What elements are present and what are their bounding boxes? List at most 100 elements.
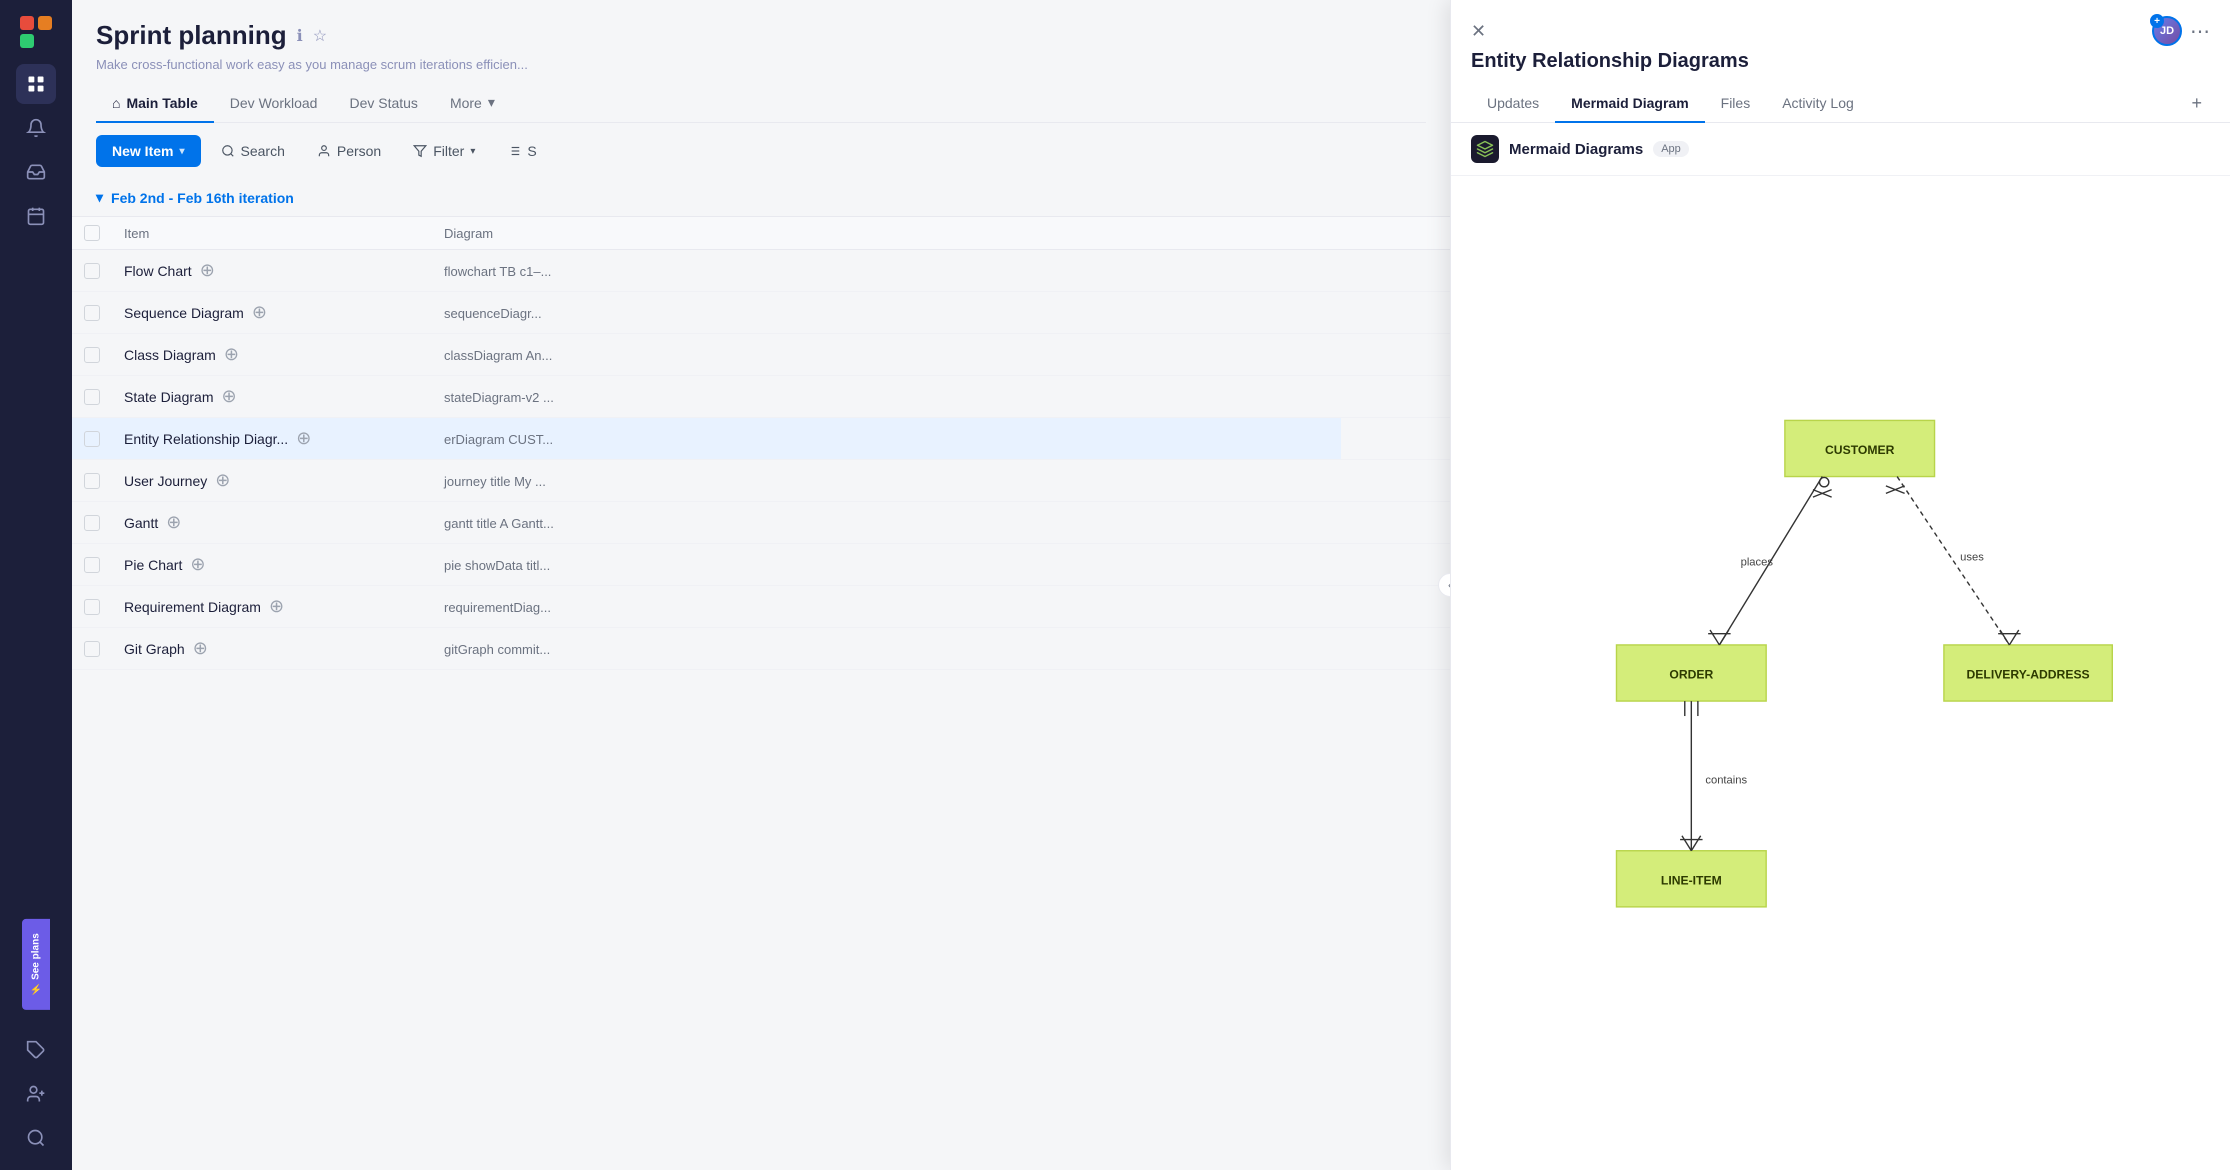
rel-contains-label: contains: [1705, 774, 1747, 786]
table-row[interactable]: Gantt ⊕ gantt title A Gantt...: [72, 502, 1450, 544]
row-item-cell: Gantt ⊕: [112, 502, 432, 544]
rel-customer-order-circle: [1819, 477, 1828, 486]
panel-close-button[interactable]: ✕: [1471, 21, 1486, 42]
row-add-icon[interactable]: ⊕: [190, 554, 205, 575]
panel-tab-files[interactable]: Files: [1705, 85, 1767, 123]
sidebar-item-search[interactable]: [16, 1118, 56, 1158]
sidebar-item-calendar[interactable]: [16, 196, 56, 236]
sidebar-item-person-add[interactable]: [16, 1074, 56, 1114]
panel-tab-updates[interactable]: Updates: [1471, 85, 1555, 123]
table-row[interactable]: Git Graph ⊕ gitGraph commit...: [72, 628, 1450, 670]
avatar[interactable]: + JD: [2152, 16, 2182, 46]
row-add-icon[interactable]: ⊕: [193, 638, 208, 659]
sidebar: ⚡ See plans: [0, 0, 72, 1170]
table-row[interactable]: User Journey ⊕ journey title My ...: [72, 460, 1450, 502]
main-table: Item Diagram Flow Chart ⊕ f: [72, 216, 1450, 670]
new-item-button[interactable]: New Item ▾: [96, 135, 201, 167]
table-row[interactable]: Sequence Diagram ⊕ sequenceDiagr...: [72, 292, 1450, 334]
see-plans-button[interactable]: ⚡ See plans: [22, 919, 50, 1010]
row-diagram-cell: gantt title A Gantt...: [432, 502, 1341, 544]
row-diagram-text: journey title My ...: [444, 474, 546, 489]
left-section: Sprint planning ℹ ☆ Make cross-functiona…: [72, 0, 1450, 1170]
panel-title: Entity Relationship Diagrams: [1451, 46, 2230, 73]
tab-dev-status[interactable]: Dev Status: [333, 85, 433, 123]
row-checkbox[interactable]: [84, 305, 100, 321]
row-item-name: Flow Chart: [124, 263, 192, 279]
row-checkbox-cell: [72, 460, 112, 502]
row-item-name: Pie Chart: [124, 557, 182, 573]
row-item-cell: Class Diagram ⊕: [112, 334, 432, 376]
table-row[interactable]: State Diagram ⊕ stateDiagram-v2 ...: [72, 376, 1450, 418]
row-checkbox[interactable]: [84, 641, 100, 657]
sidebar-item-inbox[interactable]: [16, 152, 56, 192]
row-item-cell: State Diagram ⊕: [112, 376, 432, 418]
table-row[interactable]: Class Diagram ⊕ classDiagram An...: [72, 334, 1450, 376]
table-row[interactable]: Requirement Diagram ⊕ requirementDiag...: [72, 586, 1450, 628]
page-subtitle: Make cross-functional work easy as you m…: [96, 57, 1426, 72]
sidebar-item-apps[interactable]: [16, 64, 56, 104]
sidebar-item-puzzle[interactable]: [16, 1030, 56, 1070]
row-add-icon[interactable]: ⊕: [200, 260, 215, 281]
avatar-plus-icon: +: [2150, 14, 2164, 28]
search-button[interactable]: Search: [209, 136, 297, 166]
table-row[interactable]: Flow Chart ⊕ flowchart TB c1–...: [72, 250, 1450, 292]
row-checkbox[interactable]: [84, 431, 100, 447]
header-checkbox[interactable]: [84, 225, 100, 241]
row-add-icon[interactable]: ⊕: [296, 428, 311, 449]
table-row[interactable]: Entity Relationship Diagr... ⊕ erDiagram…: [72, 418, 1450, 460]
row-item-name: Class Diagram: [124, 347, 216, 363]
tabs-bar: ⌂ Main Table Dev Workload Dev Status Mor…: [96, 84, 1426, 123]
row-add-icon[interactable]: ⊕: [221, 386, 236, 407]
row-checkbox[interactable]: [84, 389, 100, 405]
panel-tab-activity-log[interactable]: Activity Log: [1766, 85, 1870, 123]
panel-tab-add-button[interactable]: +: [2183, 85, 2210, 122]
person-button[interactable]: Person: [305, 136, 393, 166]
panel-header-actions: + JD ⋯: [2152, 16, 2210, 46]
sort-button[interactable]: S: [495, 136, 548, 166]
row-diagram-cell: pie showData titl...: [432, 544, 1341, 586]
chevron-down-icon: ▾: [488, 94, 495, 111]
star-icon[interactable]: ☆: [313, 26, 327, 46]
row-checkbox[interactable]: [84, 515, 100, 531]
tab-main-table[interactable]: ⌂ Main Table: [96, 85, 214, 123]
er-diagram-svg: CUSTOMER ORDER DELIVERY-ADDRESS LINE-ITE…: [1481, 383, 2201, 963]
panel-tab-mermaid-diagram[interactable]: Mermaid Diagram: [1555, 85, 1704, 123]
info-icon[interactable]: ℹ: [297, 26, 303, 46]
filter-button[interactable]: Filter ▾: [401, 136, 487, 166]
row-diagram-cell: journey title My ...: [432, 460, 1341, 502]
home-icon: ⌂: [112, 95, 120, 111]
panel-more-button[interactable]: ⋯: [2190, 19, 2210, 44]
row-checkbox[interactable]: [84, 263, 100, 279]
row-item-cell: Entity Relationship Diagr... ⊕: [112, 418, 432, 460]
table-row[interactable]: Pie Chart ⊕ pie showData titl...: [72, 544, 1450, 586]
row-add-icon[interactable]: ⊕: [215, 470, 230, 491]
row-checkbox[interactable]: [84, 599, 100, 615]
row-checkbox-cell: [72, 418, 112, 460]
row-diagram-cell: classDiagram An...: [432, 334, 1341, 376]
entity-delivery-address-label: DELIVERY-ADDRESS: [1966, 668, 2089, 682]
group-header[interactable]: ▾ Feb 2nd - Feb 16th iteration: [72, 179, 1450, 216]
row-checkbox[interactable]: [84, 347, 100, 363]
row-checkbox[interactable]: [84, 557, 100, 573]
row-add-icon[interactable]: ⊕: [166, 512, 181, 533]
row-add-icon[interactable]: ⊕: [252, 302, 267, 323]
tab-dev-workload[interactable]: Dev Workload: [214, 85, 334, 123]
row-item-cell: Sequence Diagram ⊕: [112, 292, 432, 334]
sidebar-item-bell[interactable]: [16, 108, 56, 148]
group-chevron-icon: ▾: [96, 189, 103, 206]
col-extra: [1341, 217, 1450, 250]
row-item-cell: Requirement Diagram ⊕: [112, 586, 432, 628]
app-header: Mermaid Diagrams App: [1451, 123, 2230, 176]
row-diagram-text: sequenceDiagr...: [444, 306, 542, 321]
row-checkbox[interactable]: [84, 473, 100, 489]
tab-more[interactable]: More ▾: [434, 84, 511, 123]
row-diagram-text: gantt title A Gantt...: [444, 516, 554, 531]
row-add-icon[interactable]: ⊕: [269, 596, 284, 617]
avatar-initials: JD: [2160, 25, 2174, 37]
row-item-name: State Diagram: [124, 389, 213, 405]
row-add-icon[interactable]: ⊕: [224, 344, 239, 365]
row-diagram-cell: flowchart TB c1–...: [432, 250, 1341, 292]
rel-uses-label: uses: [1960, 552, 1984, 564]
app-logo[interactable]: [16, 12, 56, 52]
row-checkbox-cell: [72, 502, 112, 544]
